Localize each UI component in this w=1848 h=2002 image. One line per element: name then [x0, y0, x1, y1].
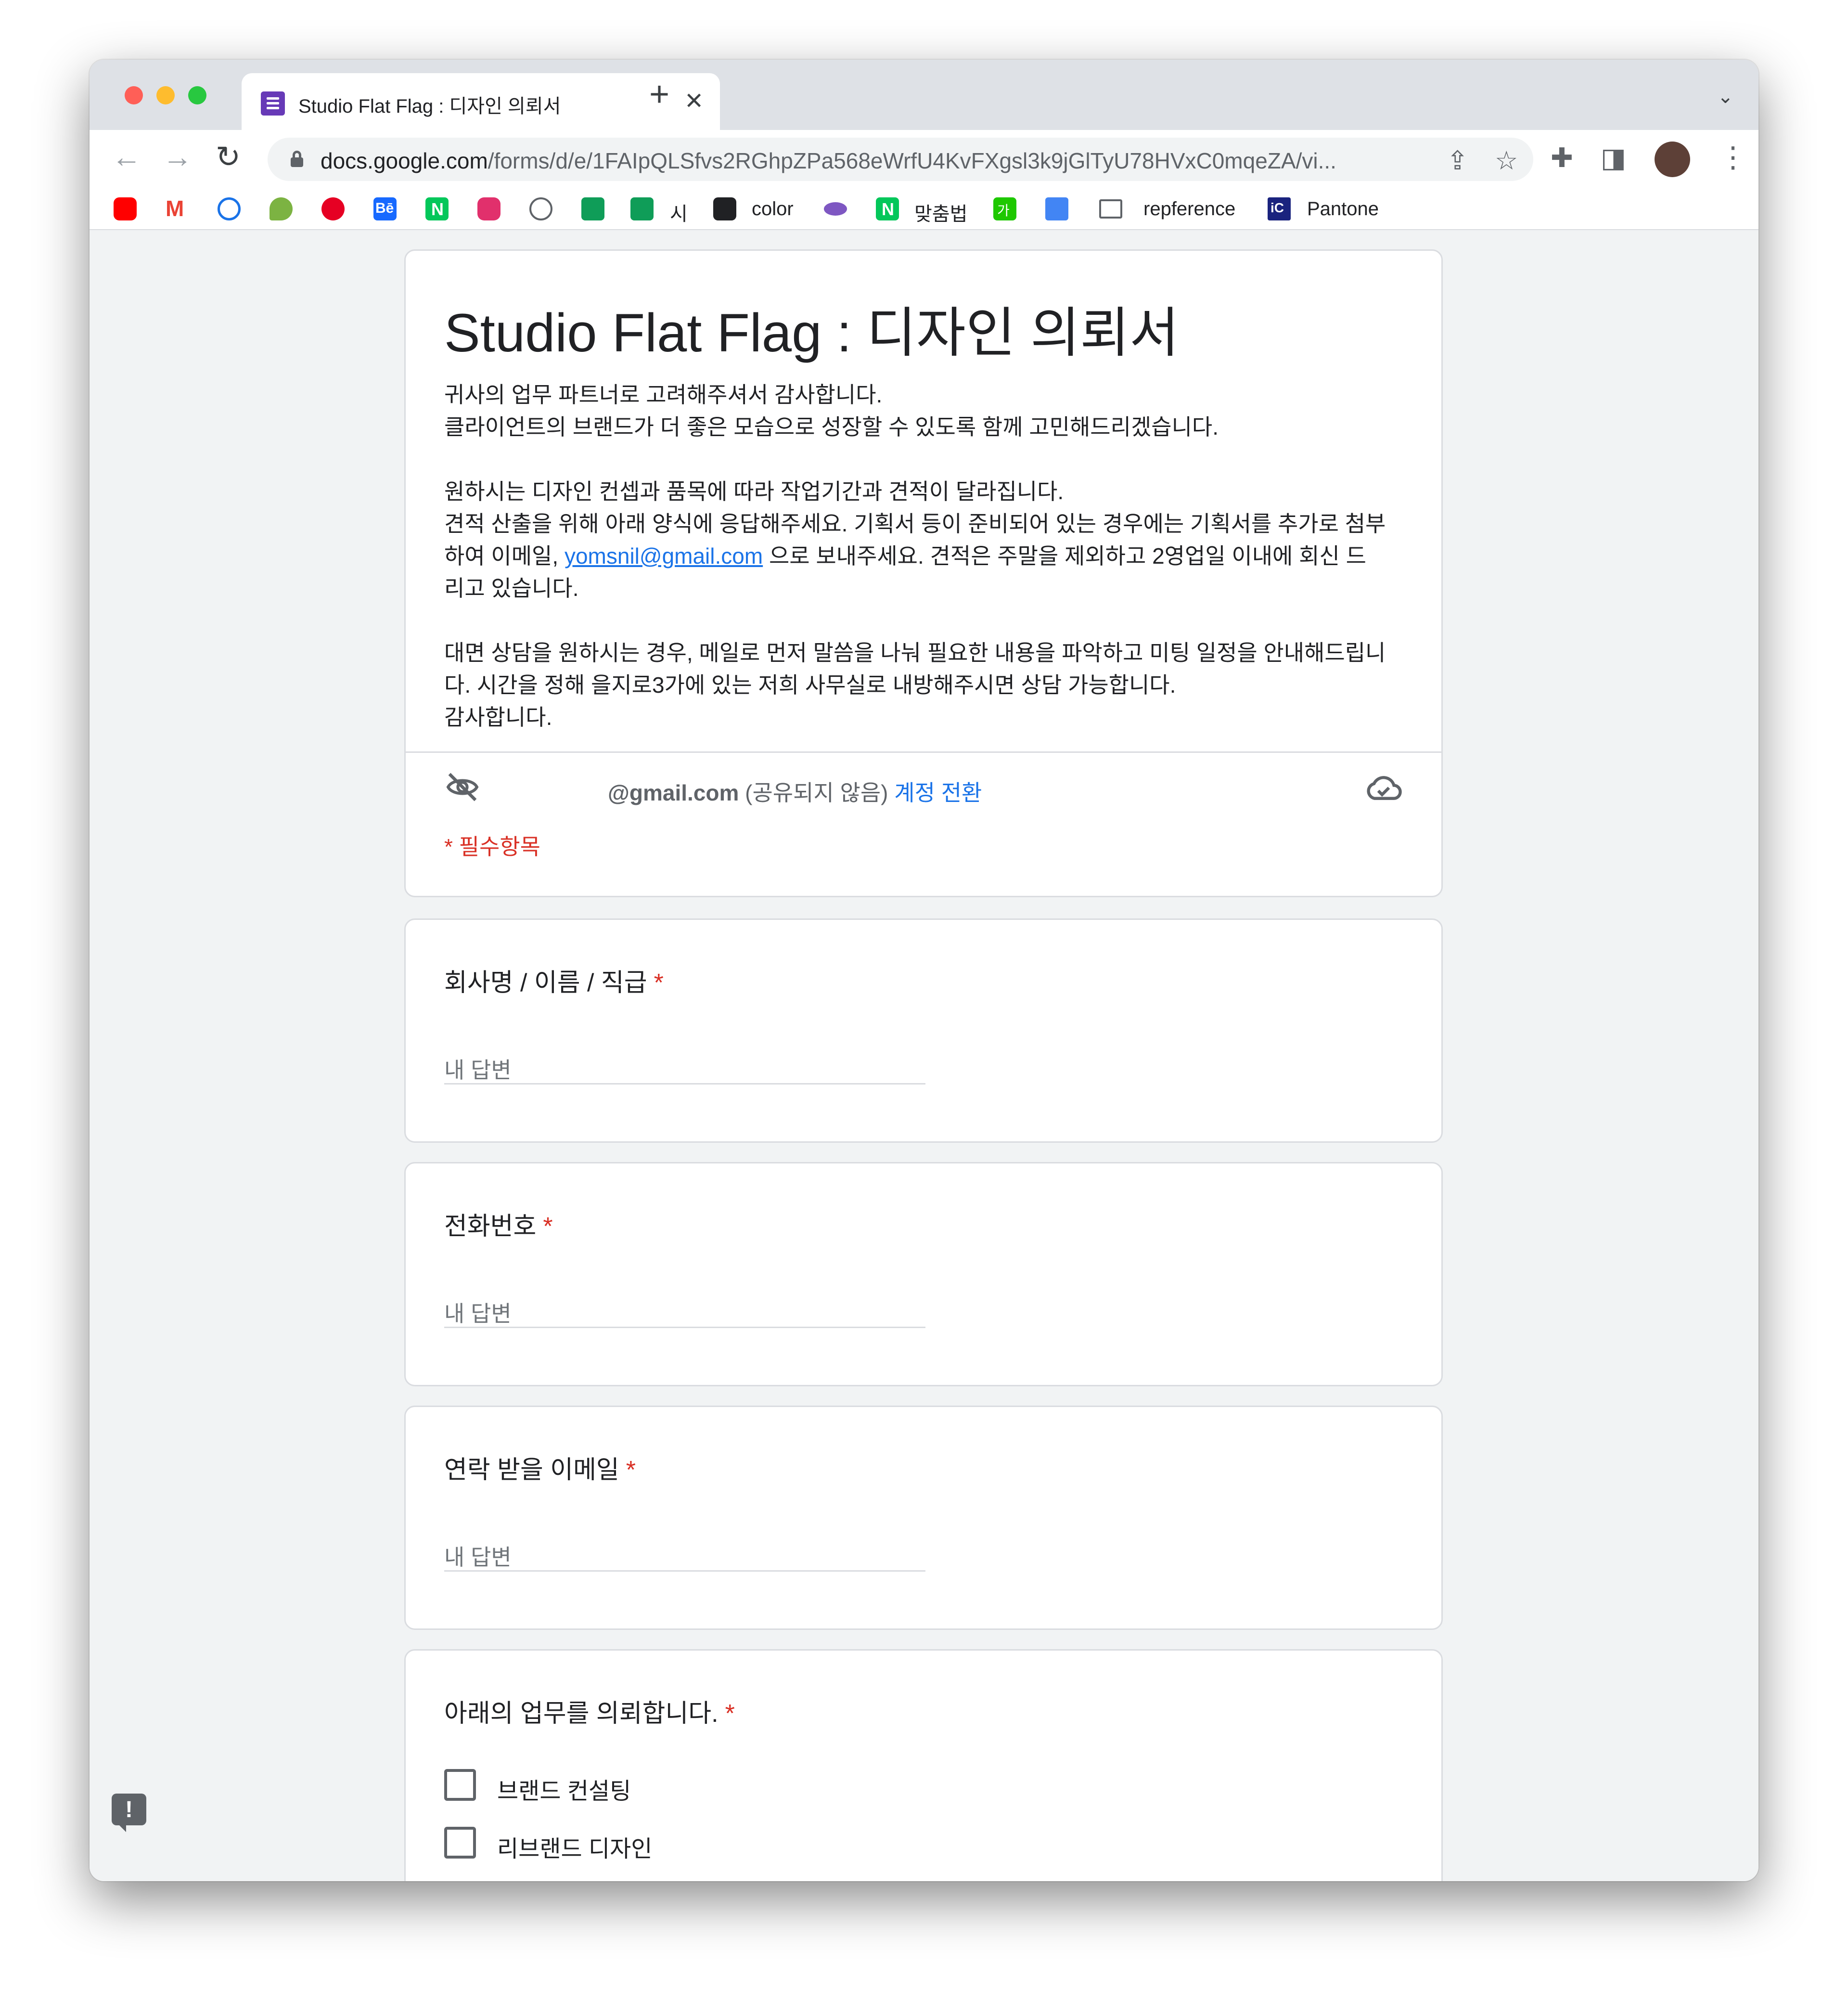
pantone-bookmark-icon[interactable]: iC — [1268, 197, 1291, 220]
naver-bookmark-icon[interactable]: N — [425, 197, 449, 220]
tab-close-icon[interactable]: ✕ — [684, 88, 704, 115]
bookmarks-bar: M Bē N 시 color N 맞춤법 가 repference iC Pan… — [90, 187, 1758, 230]
answer-input[interactable]: 내 답변 — [444, 1533, 925, 1572]
form-description: 귀사의 업무 파트너로 고려해주셔서 감사합니다. 클라이언트의 브랜드가 더 … — [444, 379, 1407, 734]
question-title: 아래의 업무를 의뢰합니다. * — [444, 1700, 735, 1728]
desc-line: 클라이언트의 브랜드가 더 좋은 모습으로 성장할 수 있도록 함께 고민해드리… — [444, 414, 1219, 439]
email-link[interactable]: yomsnil@gmail.com — [565, 543, 763, 568]
sheets-si-bookmark-icon[interactable] — [630, 197, 654, 220]
checkbox-label[interactable]: 브랜드 컨설팅 — [497, 1772, 631, 1806]
close-window-button[interactable] — [125, 86, 143, 104]
bookmark-color[interactable]: color — [752, 198, 794, 220]
question-title: 전화번호 * — [444, 1213, 553, 1240]
instagram-bookmark-icon[interactable] — [477, 197, 500, 220]
required-star: * — [626, 1456, 636, 1484]
desc-line: 대면 상담을 원하시는 경우, 메일로 먼저 말씀을 나눠 필요한 내용을 파악… — [444, 640, 1386, 665]
account-info: @gmail.com (공유되지 않음) 계정 전환 — [608, 780, 982, 805]
switch-account-link[interactable]: 계정 전환 — [894, 780, 982, 805]
ga-bookmark-icon[interactable]: 가 — [993, 197, 1016, 220]
address-bar[interactable]: docs.google.com/forms/d/e/1FAIpQLSfvs2RG… — [268, 138, 1533, 181]
leaf-bookmark-icon[interactable] — [270, 197, 293, 220]
question-card-phone: 전화번호 * 내 답변 — [404, 1162, 1443, 1386]
checkbox-label[interactable]: 리브랜드 디자인 — [497, 1830, 652, 1863]
header-divider — [406, 751, 1441, 753]
browser-window: Studio Flat Flag : 디자인 의뢰서 ✕ + ⌄ ← → ↻ d… — [90, 60, 1758, 1881]
bookmark-star-icon[interactable]: ☆ — [1495, 145, 1518, 176]
active-tab[interactable]: Studio Flat Flag : 디자인 의뢰서 ✕ — [242, 73, 720, 130]
color-bookmark-icon[interactable] — [713, 197, 736, 220]
bookmark-pantone[interactable]: Pantone — [1307, 198, 1379, 220]
naver-spelling-bookmark-icon[interactable]: N — [876, 197, 899, 220]
desc-line: 다. 시간을 정해 을지로3가에 있는 저희 사무실로 내방해주시면 상담 가능… — [444, 672, 1176, 697]
minimize-window-button[interactable] — [156, 86, 175, 104]
back-button[interactable]: ← — [112, 142, 141, 172]
behance-bookmark-icon[interactable]: Bē — [373, 197, 397, 220]
answer-placeholder: 내 답변 — [444, 1301, 512, 1326]
new-tab-button[interactable]: + — [649, 77, 669, 112]
account-email: @gmail.com — [608, 780, 739, 805]
question-card-email: 연락 받을 이메일 * 내 답변 — [404, 1406, 1443, 1630]
youtube-bookmark-icon[interactable] — [114, 197, 137, 220]
required-star: * — [725, 1700, 735, 1728]
bookmark-repference[interactable]: repference — [1143, 198, 1235, 220]
checkbox[interactable] — [444, 1827, 476, 1859]
side-panel-icon[interactable]: ◨ — [1601, 143, 1626, 172]
desc-line: 귀사의 업무 파트너로 고려해주셔서 감사합니다. — [444, 382, 883, 407]
extensions-icon[interactable]: ✚ — [1551, 143, 1573, 172]
bookmark-si[interactable]: 시 — [670, 198, 688, 226]
required-star: * — [543, 1213, 553, 1240]
checkbox[interactable] — [444, 1769, 476, 1801]
browser-menu-icon[interactable]: ⋮ — [1719, 141, 1747, 174]
question-card-company: 회사명 / 이름 / 직급 * 내 답변 — [404, 918, 1443, 1143]
browser-toolbar: ← → ↻ docs.google.com/forms/d/e/1FAIpQLS… — [90, 130, 1758, 187]
answer-input[interactable]: 내 답변 — [444, 1046, 925, 1085]
desc-line: 견적 산출을 위해 아래 양식에 응답해주세요. 기획서 등이 준비되어 있는 … — [444, 511, 1386, 536]
forms-favicon-icon — [261, 91, 285, 116]
planet-bookmark-icon[interactable] — [824, 202, 847, 216]
share-icon[interactable]: ⇪ — [1447, 145, 1468, 176]
desc-line: 원하시는 디자인 컨셉과 품목에 따라 작업기간과 견적이 달라집니다. — [444, 479, 1064, 504]
answer-placeholder: 내 답변 — [444, 1545, 512, 1570]
openai-bookmark-icon[interactable] — [529, 197, 552, 220]
sheets-bookmark-icon[interactable] — [581, 197, 604, 220]
question-title: 회사명 / 이름 / 직급 * — [444, 969, 664, 997]
tab-strip: Studio Flat Flag : 디자인 의뢰서 ✕ + ⌄ — [90, 60, 1758, 130]
tab-title: Studio Flat Flag : 디자인 의뢰서 — [298, 96, 561, 117]
pinterest-bookmark-icon[interactable] — [321, 197, 345, 220]
answer-placeholder: 내 답변 — [444, 1058, 512, 1083]
form-header-card: Studio Flat Flag : 디자인 의뢰서 귀사의 업무 파트너로 고… — [404, 249, 1443, 897]
lock-icon[interactable] — [291, 151, 303, 167]
desc-line: 감사합니다. — [444, 705, 552, 730]
required-note: * 필수항목 — [444, 834, 540, 859]
tab-search-chevron-icon[interactable]: ⌄ — [1717, 86, 1733, 108]
visibility-off-icon — [446, 773, 479, 801]
translate-bookmark-icon[interactable] — [1045, 197, 1068, 220]
bookmark-spelling[interactable]: 맞춤법 — [914, 198, 967, 226]
gmail-bookmark-icon[interactable]: M — [166, 195, 184, 221]
url-text[interactable]: docs.google.com/forms/d/e/1FAIpQLSfvs2RG… — [321, 148, 1336, 174]
forward-button[interactable]: → — [163, 142, 192, 172]
page-content[interactable]: Studio Flat Flag : 디자인 의뢰서 귀사의 업무 파트너로 고… — [90, 230, 1758, 1881]
question-title: 연락 받을 이메일 * — [444, 1456, 636, 1484]
reload-button[interactable]: ↻ — [216, 142, 241, 172]
desc-line: 리고 있습니다. — [444, 576, 579, 601]
maximize-window-button[interactable] — [188, 86, 206, 104]
question-card-services: 아래의 업무를 의뢰합니다. * 브랜드 컨설팅 리브랜드 디자인 — [404, 1649, 1443, 1881]
desc-line: 하여 이메일, yomsnil@gmail.com 으로 보내주세요. 견적은 … — [444, 543, 1366, 568]
profile-avatar[interactable] — [1655, 142, 1690, 177]
folder-icon[interactable] — [1099, 199, 1122, 219]
reddit-bookmark-icon[interactable] — [218, 197, 241, 220]
report-feedback-icon[interactable]: ! — [112, 1794, 146, 1832]
cloud-done-icon — [1367, 776, 1402, 800]
form-title: Studio Flat Flag : 디자인 의뢰서 — [444, 303, 1180, 363]
required-star: * — [654, 969, 664, 997]
answer-input[interactable]: 내 답변 — [444, 1290, 925, 1328]
